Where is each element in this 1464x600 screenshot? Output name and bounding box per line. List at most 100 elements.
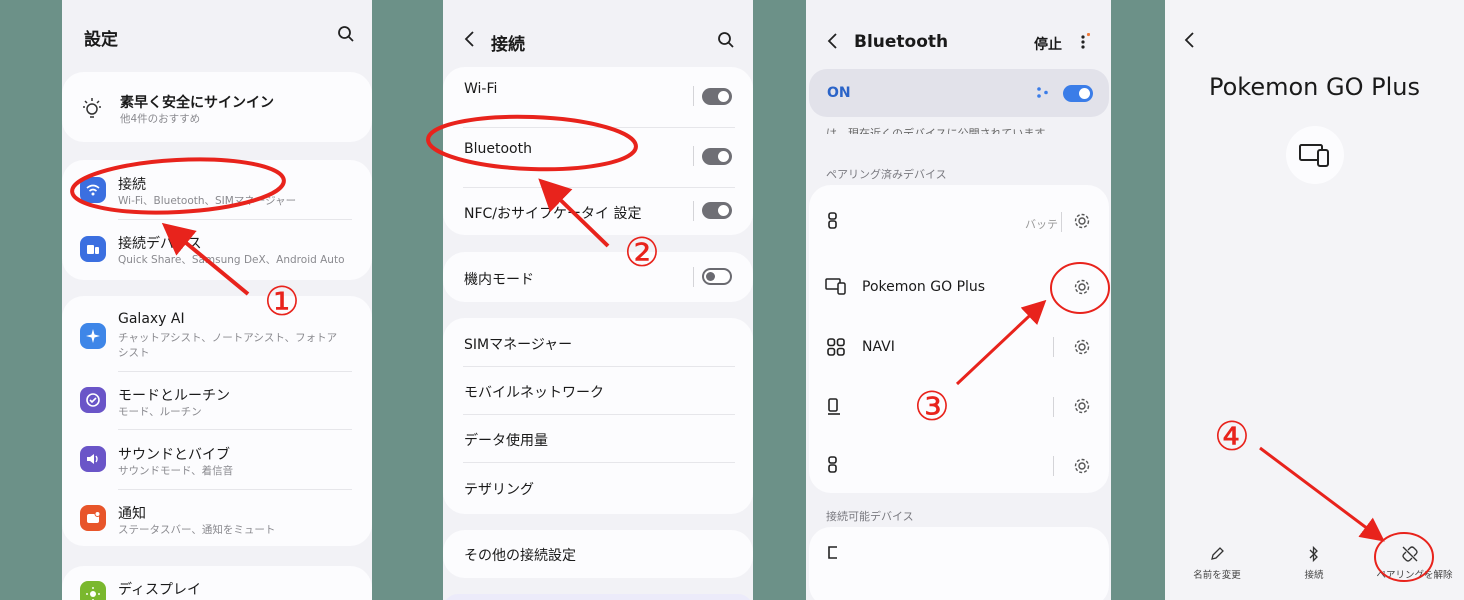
back-arrow-icon[interactable] <box>826 32 840 50</box>
divider <box>118 219 352 220</box>
rename-button[interactable]: 名前を変更 <box>1185 567 1249 581</box>
bluetooth-icon <box>1309 545 1318 563</box>
connected-devices-icon <box>80 236 106 262</box>
connections-group-more: その他の接続設定 <box>443 530 753 578</box>
more-options-icon[interactable] <box>1078 33 1090 51</box>
bluetooth-screen: Bluetooth 停止 ON は、現在近くのデバイスに公開されています。 ペア… <box>806 0 1111 600</box>
divider <box>1053 397 1054 417</box>
tethering-item[interactable]: テザリング <box>464 479 534 499</box>
page-title: Bluetooth <box>854 32 949 52</box>
bluetooth-toggle[interactable] <box>1063 85 1093 102</box>
divider <box>463 414 735 415</box>
divider <box>118 429 352 430</box>
wifi-icon <box>80 177 106 203</box>
paired-devices-header: ペアリング済みデバイス <box>826 168 947 181</box>
laptop-icon <box>828 398 840 415</box>
notification-icon <box>80 505 106 531</box>
available-devices-list <box>809 527 1109 600</box>
battery-label: バッテ <box>1025 218 1058 231</box>
bluetooth-master-switch[interactable]: ON <box>809 69 1109 117</box>
more-connection-settings-item[interactable]: その他の接続設定 <box>464 545 576 565</box>
signin-title: 素早く安全にサインイン <box>120 95 274 111</box>
gear-icon[interactable] <box>1073 457 1091 475</box>
page-title: 設定 <box>84 30 118 50</box>
sim-manager-item[interactable]: SIMマネージャー <box>464 334 572 354</box>
paired-devices-list: バッテ Pokemon GO Plus NAVI <box>809 185 1109 493</box>
settings-item-sound-sub: サウンドモード、着信音 <box>118 465 234 477</box>
stop-button[interactable]: 停止 <box>1034 34 1062 54</box>
divider <box>693 201 694 221</box>
search-icon[interactable] <box>337 25 355 43</box>
airplane-mode-item[interactable]: 機内モード <box>464 269 534 289</box>
settings-group-main: Galaxy AI チャットアシスト、ノートアシスト、フォトア シスト モードと… <box>62 296 372 546</box>
connections-screen: 接続 Wi-Fi Bluetooth NFC/おサイフケータイ 設定 機内モード… <box>443 0 753 600</box>
divider <box>693 86 694 106</box>
devices-icon <box>825 278 846 295</box>
earbuds-icon <box>828 456 837 473</box>
settings-item-modes-sub: モード、ルーチン <box>118 406 202 418</box>
divider <box>463 187 735 188</box>
devices-icon <box>1299 144 1329 167</box>
wifi-toggle[interactable] <box>702 88 732 105</box>
gear-icon[interactable] <box>1073 212 1091 230</box>
settings-item-connections[interactable]: 接続 <box>118 174 146 194</box>
visibility-note: は、現在近くのデバイスに公開されています。 <box>826 127 1056 134</box>
settings-item-connections-sub: Wi-Fi、Bluetooth、SIMマネージャー <box>118 195 297 207</box>
available-devices-header: 接続可能デバイス <box>826 510 914 523</box>
device-pokemon-go-plus[interactable]: Pokemon GO Plus <box>862 279 985 295</box>
bluetooth-item[interactable]: Bluetooth <box>464 141 532 157</box>
wifi-item[interactable]: Wi-Fi <box>464 81 497 97</box>
device-detail-screen: Pokemon GO Plus 名前を変更 接続 ペアリングを解除 <box>1165 0 1464 600</box>
settings-item-modes[interactable]: モードとルーチン <box>118 385 230 405</box>
gear-icon[interactable] <box>1073 397 1091 415</box>
connect-button[interactable]: 接続 <box>1283 567 1345 581</box>
device-title: Pokemon GO Plus <box>1209 73 1420 101</box>
connections-group-network: SIMマネージャー モバイルネットワーク データ使用量 テザリング <box>443 318 753 514</box>
display-icon <box>80 581 106 600</box>
unlink-icon <box>1402 546 1418 562</box>
divider <box>463 127 735 128</box>
lightbulb-icon <box>83 98 101 118</box>
back-arrow-icon[interactable] <box>1183 31 1197 49</box>
bluetooth-toggle[interactable] <box>702 148 732 165</box>
settings-item-galaxy-ai-sub: チャットアシスト、ノートアシスト、フォトア <box>118 332 338 344</box>
connections-group-airplane: 機内モード <box>443 252 753 302</box>
unpair-button[interactable]: ペアリングを解除 <box>1365 567 1464 581</box>
divider <box>1061 212 1062 232</box>
modes-routines-icon <box>80 387 106 413</box>
connections-group-wireless: Wi-Fi Bluetooth NFC/おサイフケータイ 設定 <box>443 67 753 235</box>
nfc-toggle[interactable] <box>702 202 732 219</box>
sound-icon <box>80 446 106 472</box>
settings-item-connected-devices-sub: Quick Share、Samsung DeX、Android Auto <box>118 254 345 266</box>
divider <box>693 267 694 287</box>
settings-item-notifications[interactable]: 通知 <box>118 503 146 523</box>
signin-subtitle: 他4件のおすすめ <box>120 113 201 125</box>
device-icon-badge <box>1286 126 1344 184</box>
settings-item-display[interactable]: ディスプレイ <box>118 579 201 599</box>
data-usage-item[interactable]: データ使用量 <box>464 430 548 450</box>
settings-group-connections: 接続 Wi-Fi、Bluetooth、SIMマネージャー 接続デバイス Quic… <box>62 160 372 280</box>
back-arrow-icon[interactable] <box>463 30 477 48</box>
device-navi[interactable]: NAVI <box>862 339 895 355</box>
next-card <box>443 594 753 600</box>
settings-item-galaxy-ai-sub2: シスト <box>118 347 150 359</box>
pencil-icon <box>1211 547 1224 560</box>
signin-card[interactable]: 素早く安全にサインイン 他4件のおすすめ <box>62 72 372 142</box>
on-label: ON <box>827 85 851 101</box>
divider <box>693 146 694 166</box>
settings-item-connected-devices[interactable]: 接続デバイス <box>118 233 202 253</box>
settings-item-galaxy-ai[interactable]: Galaxy AI <box>118 311 185 327</box>
divider <box>463 366 735 367</box>
gear-icon[interactable] <box>1073 338 1091 356</box>
airplane-mode-toggle[interactable] <box>702 268 732 285</box>
scanning-icon <box>1037 87 1048 98</box>
divider <box>118 489 352 490</box>
nfc-item[interactable]: NFC/おサイフケータイ 設定 <box>464 203 641 223</box>
galaxy-ai-icon <box>80 323 106 349</box>
settings-item-sound[interactable]: サウンドとバイブ <box>118 444 230 464</box>
mobile-network-item[interactable]: モバイルネットワーク <box>464 382 604 402</box>
gear-icon[interactable] <box>1073 278 1091 296</box>
page-title: 接続 <box>491 35 525 55</box>
divider <box>118 371 352 372</box>
search-icon[interactable] <box>717 31 735 49</box>
